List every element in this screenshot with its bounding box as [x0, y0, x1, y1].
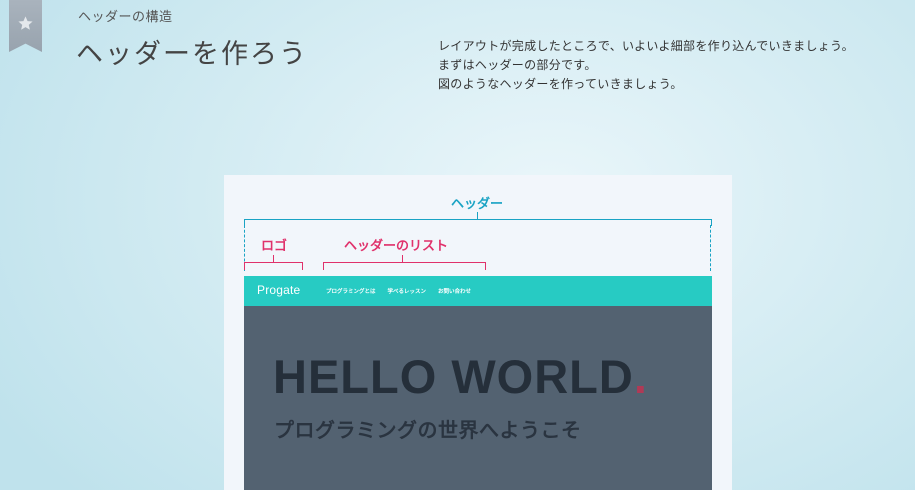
- bookmark-icon[interactable]: [9, 0, 42, 52]
- annotation-header: ヘッダー: [451, 197, 504, 212]
- annotation-tick: [477, 212, 478, 219]
- annotation-tick: [273, 255, 274, 262]
- lesson-description: レイアウトが完成したところで、いよいよ細部を作り込んでいきましょう。 まずはヘッ…: [438, 37, 908, 94]
- description-line: まずはヘッダーの部分です。: [438, 58, 597, 72]
- header-guide-right: [710, 225, 711, 271]
- lesson-subtitle: ヘッダーの構造: [78, 10, 173, 25]
- annotation-tick: [402, 255, 403, 262]
- nav-link[interactable]: 学べるレッスン: [388, 287, 427, 295]
- site-header: Progate プログラミングとは 学べるレッスン お問い合わせ: [244, 276, 712, 306]
- hero-title-text: HELLO WORLD: [273, 350, 634, 403]
- nav-link[interactable]: お問い合わせ: [438, 287, 471, 295]
- annotation-logo: ロゴ: [261, 239, 288, 254]
- logo-bracket: [244, 262, 303, 270]
- hero-subtitle: プログラミングの世界へようこそ: [274, 418, 582, 442]
- site-hero: HELLO WORLD. プログラミングの世界へようこそ: [244, 306, 712, 490]
- nav-link[interactable]: プログラミングとは: [326, 287, 376, 295]
- header-list-bracket: [323, 262, 486, 270]
- hero-title-dot: .: [633, 350, 648, 403]
- description-line: 図のようなヘッダーを作っていきましょう。: [438, 77, 683, 91]
- header-bracket: [244, 219, 712, 226]
- hero-title: HELLO WORLD.: [273, 349, 648, 404]
- site-logo[interactable]: Progate: [257, 283, 300, 297]
- header-list: プログラミングとは 学べるレッスン お問い合わせ: [326, 287, 471, 295]
- star-icon: [18, 16, 33, 30]
- header-structure-figure: ヘッダー ロゴ ヘッダーのリスト Progate プログラミングとは 学べるレッ…: [224, 175, 732, 490]
- annotation-header-list: ヘッダーのリスト: [344, 239, 449, 254]
- lesson-title: ヘッダーを作ろう: [76, 39, 308, 70]
- description-line: レイアウトが完成したところで、いよいよ細部を作り込んでいきましょう。: [438, 39, 854, 53]
